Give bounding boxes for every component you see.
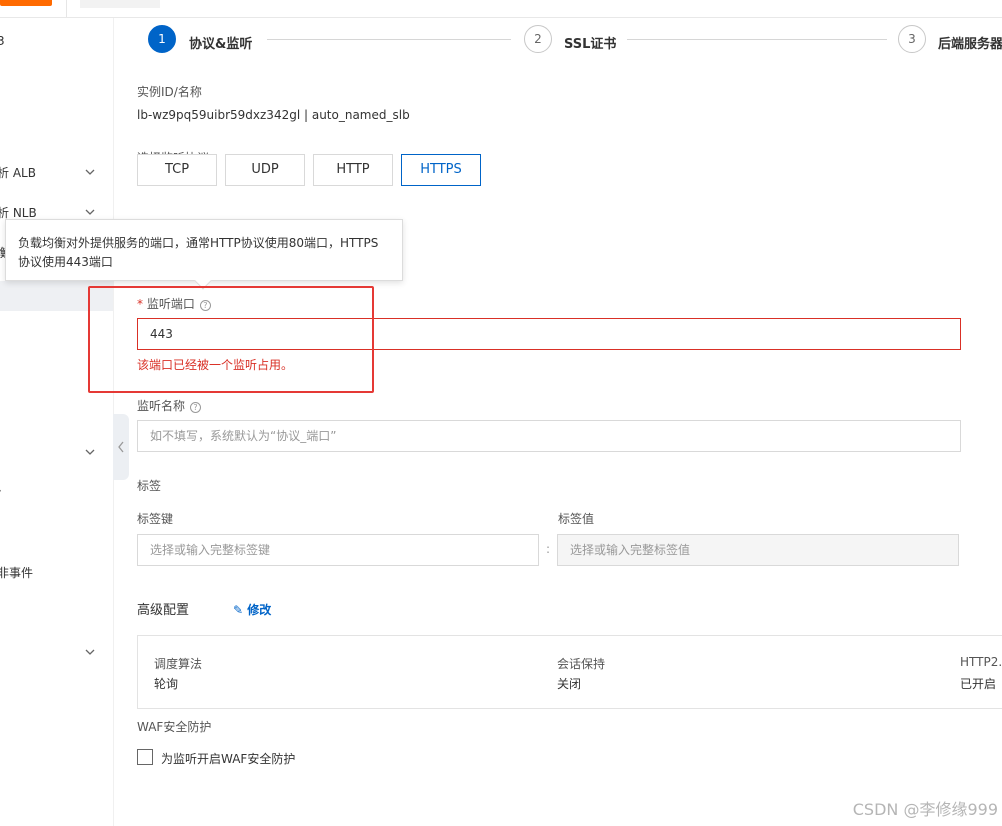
step-connector	[627, 39, 887, 40]
step-3-label: 后端服务器	[938, 37, 1002, 52]
adv-scheduler-value: 轮询	[154, 677, 179, 691]
brand-logo[interactable]	[0, 0, 52, 6]
step-3-indicator: 3	[898, 25, 926, 53]
waf-label: WAF安全防护	[137, 720, 212, 734]
tag-key-placeholder: 选择或输入完整标签键	[150, 543, 271, 557]
tag-key-input[interactable]: 选择或输入完整标签键	[137, 534, 539, 566]
sidebar-collapse-handle[interactable]	[113, 414, 129, 480]
top-bar	[0, 0, 1002, 18]
step-1-label: 协议&监听	[189, 37, 253, 52]
sidebar-item[interactable]: ·	[0, 484, 2, 498]
instance-label: 实例ID/名称	[137, 85, 202, 99]
step-2-indicator: 2	[524, 25, 552, 53]
listener-name-placeholder: 如不填写，系统默认为“协议_端口”	[150, 429, 337, 443]
watermark: CSDN @李修缘999	[852, 800, 998, 819]
tag-value-label: 标签值	[558, 512, 595, 526]
adv-http2-label: HTTP2.0	[960, 655, 1002, 669]
adv-http2-value: 已开启	[960, 677, 997, 691]
advanced-config-title: 高级配置	[137, 603, 190, 618]
top-divider	[66, 0, 67, 17]
tag-key-label: 标签键	[137, 512, 174, 526]
tag-separator: :	[546, 542, 551, 556]
sidebar-item-alb[interactable]: 析 ALB	[0, 164, 36, 181]
listener-name-input[interactable]: 如不填写，系统默认为“协议_端口”	[137, 420, 961, 452]
tags-label: 标签	[137, 479, 162, 493]
chevron-down-icon[interactable]	[84, 206, 96, 218]
edit-label: 修改	[247, 603, 272, 617]
adv-scheduler-label: 调度算法	[154, 657, 203, 671]
advanced-config-panel	[137, 635, 1002, 709]
waf-checkbox[interactable]	[137, 749, 153, 765]
waf-checkbox-label[interactable]: 为监听开启WAF安全防护	[161, 750, 295, 767]
protocol-option-udp[interactable]: UDP	[225, 154, 305, 186]
protocol-option-tcp[interactable]: TCP	[137, 154, 217, 186]
instance-value: lb-wz9pq59uibr59dxz342gl | auto_named_sl…	[137, 108, 410, 122]
protocol-option-https[interactable]: HTTPS	[401, 154, 481, 186]
listener-name-label-text: 监听名称	[137, 399, 186, 413]
port-help-tooltip: 负载均衡对外提供服务的端口，通常HTTP协议使用80端口，HTTPS协议使用44…	[5, 219, 403, 281]
sidebar-item-events[interactable]: 非事件	[0, 564, 33, 581]
adv-session-label: 会话保持	[557, 657, 606, 671]
edit-icon: ✎	[233, 603, 244, 617]
chevron-down-icon[interactable]	[84, 646, 96, 658]
step-connector	[267, 39, 511, 40]
listener-name-label: 监听名称?	[137, 397, 202, 414]
protocol-option-http[interactable]: HTTP	[313, 154, 393, 186]
chevron-down-icon[interactable]	[84, 446, 96, 458]
step-2-label: SSL证书	[564, 37, 617, 52]
adv-session-value: 关闭	[557, 677, 582, 691]
advanced-edit-link[interactable]: ✎ 修改	[233, 601, 271, 618]
chevron-down-icon[interactable]	[84, 166, 96, 178]
chevron-left-icon	[118, 441, 124, 453]
sidebar-item[interactable]: 3	[0, 34, 5, 48]
sidebar: 3 析 ALB 析 NLB 衡 · 非事件	[0, 18, 113, 826]
tag-value-input[interactable]: 选择或输入完整标签值	[557, 534, 959, 566]
tag-value-placeholder: 选择或输入完整标签值	[570, 543, 691, 557]
help-icon[interactable]: ?	[190, 402, 202, 413]
top-nav-tab[interactable]	[80, 0, 160, 8]
step-1-indicator: 1	[148, 25, 176, 53]
annotation-highlight-box	[88, 286, 374, 393]
